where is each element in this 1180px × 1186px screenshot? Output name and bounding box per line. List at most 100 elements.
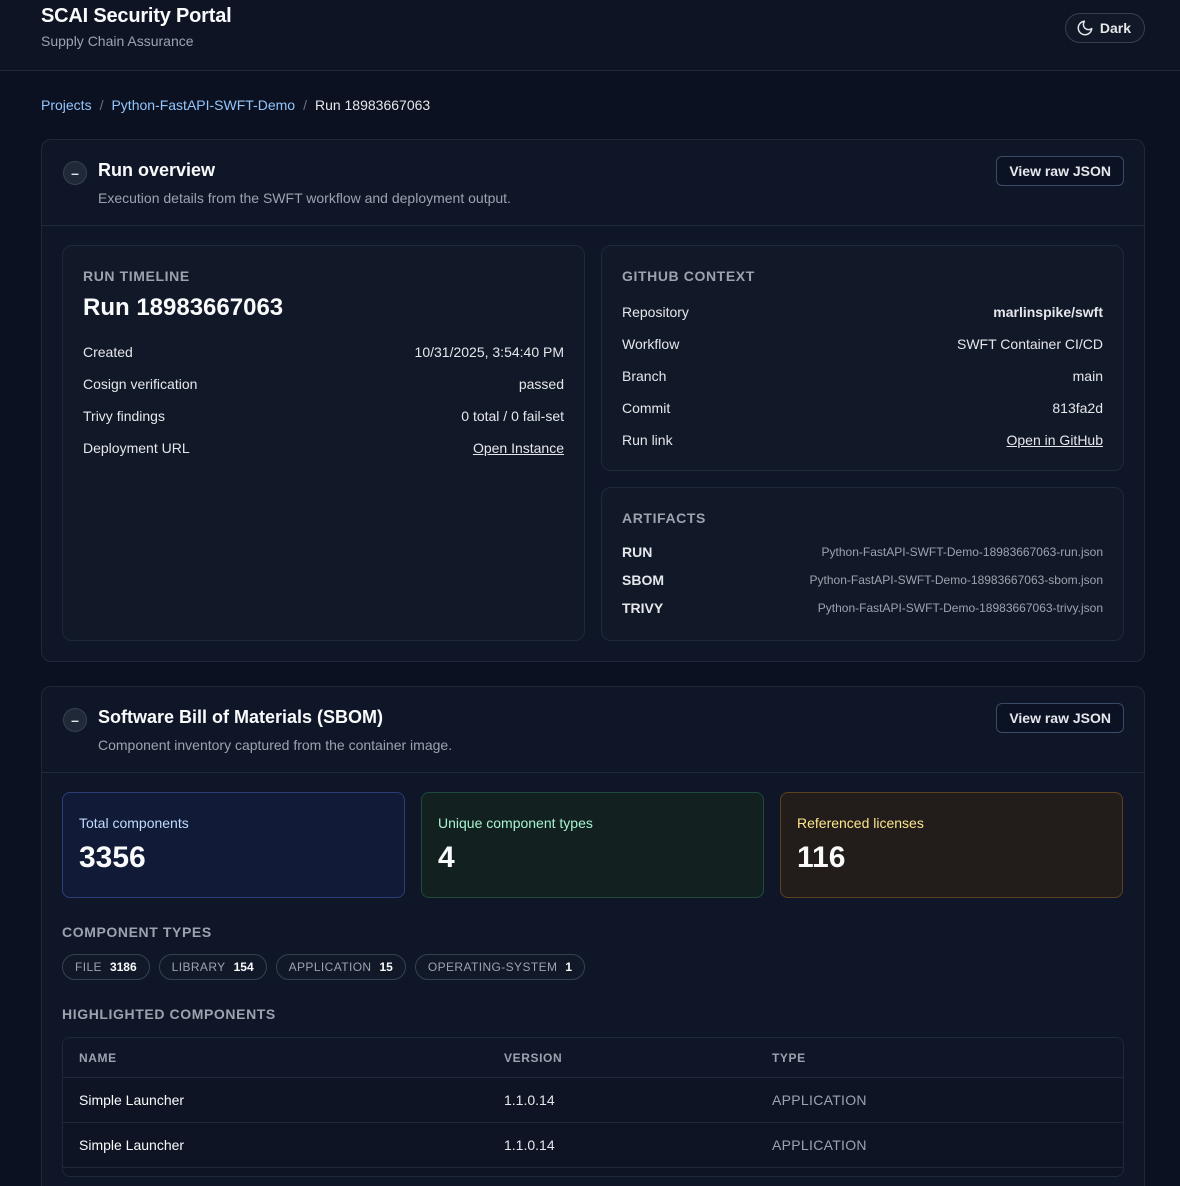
artifact-kind: SBOM	[622, 572, 664, 588]
chip-application[interactable]: APPLICATION 15	[275, 954, 406, 980]
artifact-kind: TRIVY	[622, 600, 664, 616]
breadcrumb-separator: /	[303, 97, 307, 113]
stat-card-licenses: Referenced licenses 116	[780, 792, 1123, 898]
kv-key: Branch	[622, 368, 667, 384]
kv-row: Commit 813fa2d	[622, 392, 1103, 424]
theme-toggle-label: Dark	[1099, 20, 1131, 36]
highlighted-components-label: HIGHLIGHTED COMPONENTS	[62, 1006, 276, 1022]
stat-label: Referenced licenses	[797, 815, 924, 831]
github-context-card: GITHUB CONTEXT Repository marlinspike/sw…	[601, 245, 1124, 471]
collapse-button[interactable]: –	[63, 708, 87, 732]
card-label: GITHUB CONTEXT	[622, 268, 755, 284]
kv-key: Commit	[622, 400, 671, 416]
stat-value: 116	[797, 841, 846, 874]
stat-value: 4	[438, 841, 455, 874]
component-name: Simple Launcher	[79, 1137, 185, 1153]
kv-row: Deployment URL Open Instance	[83, 432, 564, 464]
column-header-name[interactable]: NAME	[79, 1051, 504, 1065]
kv-row: Repository marlinspike/swft	[622, 296, 1103, 328]
breadcrumb-separator: /	[99, 97, 104, 113]
component-name: Simple Launcher	[79, 1092, 185, 1108]
component-types-label: COMPONENT TYPES	[62, 924, 212, 940]
run-timeline-card: RUN TIMELINE Run 18983667063 Created 10/…	[62, 245, 585, 641]
run-overview-header: – Run overview Execution details from th…	[42, 140, 1144, 226]
panel-description: Execution details from the SWFT workflow…	[98, 190, 511, 206]
table-row[interactable]: Simple Launcher 1.1.0.14 APPLICATION	[63, 1078, 1123, 1123]
app-title: SCAI Security Portal	[41, 5, 232, 27]
components-table: NAME VERSION TYPE Simple Launcher 1.1.0.…	[62, 1037, 1124, 1177]
column-header-type[interactable]: TYPE	[772, 1051, 1072, 1065]
run-title: Run 18983667063	[83, 294, 284, 321]
open-instance-link[interactable]: Open Instance	[473, 440, 564, 456]
kv-key: Workflow	[622, 336, 680, 352]
chip-count: 1	[565, 960, 573, 974]
chip-library[interactable]: LIBRARY 154	[158, 954, 267, 980]
theme-toggle-button[interactable]: Dark	[1064, 13, 1145, 43]
kv-key: Run link	[622, 432, 673, 448]
breadcrumb: Projects / Python-FastAPI-SWFT-Demo / Ru…	[41, 97, 430, 113]
column-header-version[interactable]: VERSION	[504, 1051, 772, 1065]
breadcrumb-project-link[interactable]: Python-FastAPI-SWFT-Demo	[111, 97, 295, 113]
panel-title: Run overview	[98, 160, 216, 180]
component-type: APPLICATION	[772, 1092, 867, 1108]
chip-name: LIBRARY	[171, 960, 226, 974]
moon-icon	[1076, 19, 1094, 37]
kv-key: Trivy findings	[83, 408, 165, 424]
stat-card-total-components: Total components 3356	[62, 792, 405, 898]
kv-row: Workflow SWFT Container CI/CD	[622, 328, 1103, 360]
collapse-button[interactable]: –	[63, 161, 87, 185]
kv-row: Trivy findings 0 total / 0 fail-set	[83, 400, 564, 432]
breadcrumb-projects-link[interactable]: Projects	[41, 97, 92, 113]
kv-key: Created	[83, 344, 133, 360]
kv-row: Branch main	[622, 360, 1103, 392]
view-raw-json-button[interactable]: View raw JSON	[996, 703, 1124, 733]
chip-name: OPERATING-SYSTEM	[427, 960, 558, 974]
brand: SCAI Security Portal Supply Chain Assura…	[41, 5, 232, 49]
chip-operating-system[interactable]: OPERATING-SYSTEM 1	[414, 954, 586, 980]
commit-value: 813fa2d	[1052, 400, 1103, 416]
artifact-row: SBOM Python-FastAPI-SWFT-Demo-1898366706…	[622, 566, 1103, 594]
kv-key: Cosign verification	[83, 376, 198, 392]
kv-key: Deployment URL	[83, 440, 190, 456]
component-type: APPLICATION	[772, 1137, 867, 1153]
artifact-file: Python-FastAPI-SWFT-Demo-18983667063-sbo…	[809, 573, 1103, 587]
kv-row: Created 10/31/2025, 3:54:40 PM	[83, 336, 564, 368]
artifact-row: RUN Python-FastAPI-SWFT-Demo-18983667063…	[622, 538, 1103, 566]
breadcrumb-current: Run 18983667063	[314, 97, 431, 113]
chip-name: FILE	[75, 960, 102, 974]
stat-label: Unique component types	[438, 815, 593, 831]
repository-value: marlinspike/swft	[993, 304, 1103, 320]
card-label: ARTIFACTS	[622, 510, 706, 526]
panel-description: Component inventory captured from the co…	[98, 737, 453, 753]
table-header: NAME VERSION TYPE	[63, 1038, 1123, 1078]
sbom-header: – Software Bill of Materials (SBOM) Comp…	[42, 687, 1144, 773]
artifact-file: Python-FastAPI-SWFT-Demo-18983667063-run…	[821, 545, 1103, 559]
card-label: RUN TIMELINE	[83, 268, 190, 284]
artifact-row: TRIVY Python-FastAPI-SWFT-Demo-189836670…	[622, 594, 1103, 622]
chip-count: 154	[233, 960, 254, 974]
open-in-github-link[interactable]: Open in GitHub	[1007, 432, 1104, 448]
chip-count: 15	[379, 960, 393, 974]
created-value: 10/31/2025, 3:54:40 PM	[414, 344, 564, 360]
chip-count: 3186	[109, 960, 137, 974]
trivy-findings-value: 0 total / 0 fail-set	[461, 408, 564, 424]
view-raw-json-button[interactable]: View raw JSON	[996, 156, 1124, 186]
table-row[interactable]: Simple Launcher 1.1.0.14 APPLICATION	[63, 1123, 1123, 1168]
run-overview-panel: – Run overview Execution details from th…	[41, 139, 1145, 662]
artifact-kind: RUN	[622, 544, 653, 560]
component-type-chips: FILE 3186 LIBRARY 154 APPLICATION 15 OPE…	[62, 954, 586, 980]
chip-file[interactable]: FILE 3186	[62, 954, 150, 980]
kv-row: Cosign verification passed	[83, 368, 564, 400]
sbom-panel: – Software Bill of Materials (SBOM) Comp…	[41, 686, 1145, 1186]
kv-row: Run link Open in GitHub	[622, 424, 1103, 456]
branch-value: main	[1072, 368, 1103, 384]
workflow-value: SWFT Container CI/CD	[957, 336, 1103, 352]
stat-card-unique-types: Unique component types 4	[421, 792, 764, 898]
panel-title: Software Bill of Materials (SBOM)	[98, 707, 384, 727]
component-version: 1.1.0.14	[504, 1137, 555, 1153]
artifacts-card: ARTIFACTS RUN Python-FastAPI-SWFT-Demo-1…	[601, 487, 1124, 641]
top-bar: SCAI Security Portal Supply Chain Assura…	[0, 0, 1180, 71]
chip-name: APPLICATION	[288, 960, 372, 974]
app-subtitle: Supply Chain Assurance	[41, 33, 194, 49]
artifact-file: Python-FastAPI-SWFT-Demo-18983667063-tri…	[817, 601, 1103, 615]
